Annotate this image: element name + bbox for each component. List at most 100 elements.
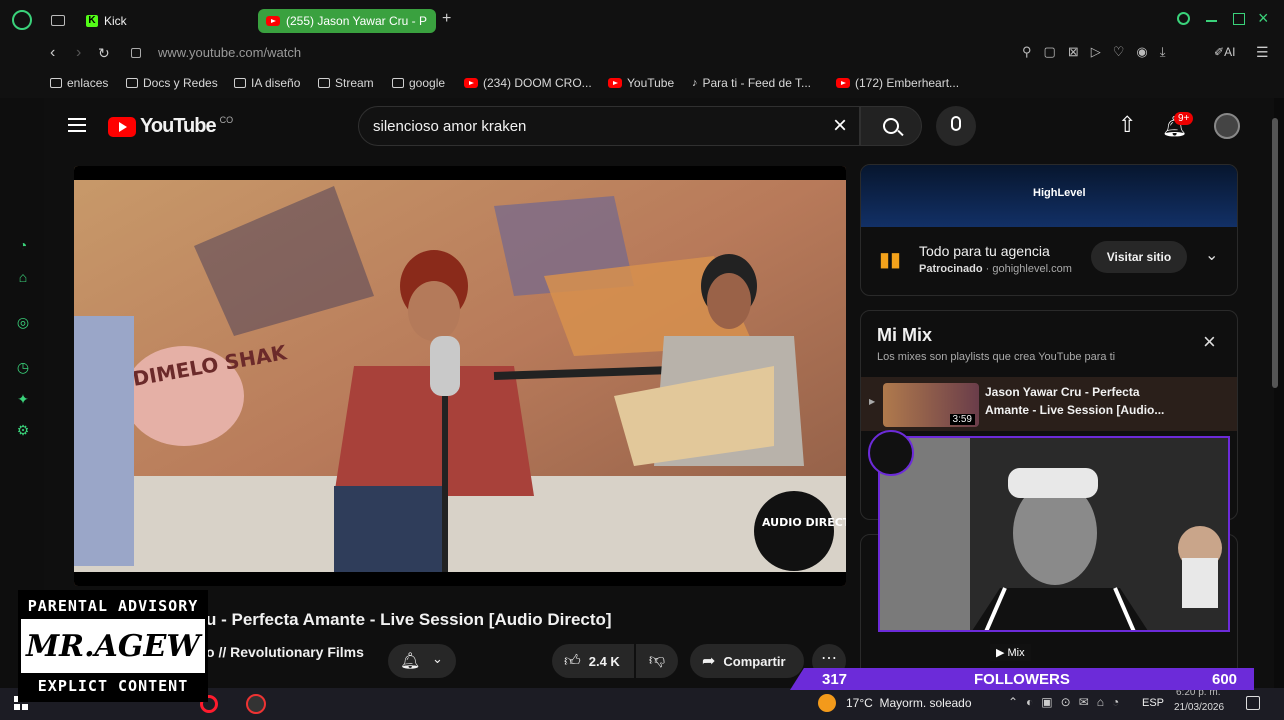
dislike-button[interactable]: 👎︎ xyxy=(636,644,678,678)
folder-icon xyxy=(234,78,246,88)
bookmark-doom[interactable]: (234) DOOM CRO... xyxy=(464,76,592,90)
bookmark-docs-y-redes[interactable]: Docs y Redes xyxy=(126,76,218,90)
account-avatar[interactable] xyxy=(1214,113,1240,139)
like-count: 2.4 K xyxy=(588,653,620,669)
menu-icon[interactable] xyxy=(68,118,86,132)
pin-icon[interactable]: ⚲ xyxy=(1022,44,1044,59)
new-tab-button[interactable]: + xyxy=(442,10,451,28)
advisory-bottom-label: EXPLICT CONTENT xyxy=(21,673,205,699)
forward-button[interactable]: › xyxy=(76,44,81,62)
bookmark-label: YouTube xyxy=(627,76,675,90)
bookmark-stream[interactable]: Stream xyxy=(318,76,374,90)
tab-kick[interactable]: K Kick xyxy=(78,9,248,33)
youtube-icon xyxy=(464,78,478,88)
lock-icon xyxy=(131,48,141,58)
channel-name[interactable]: o // Revolutionary Films xyxy=(206,644,364,660)
page-scrollbar[interactable] xyxy=(1272,118,1278,388)
weather-text[interactable]: 17°C Mayorm. soleado xyxy=(846,696,972,710)
download-icon[interactable]: ⤓ xyxy=(1160,44,1178,59)
system-tray-icons[interactable]: ⌃◐▣⊙✉⌂◔ xyxy=(1008,695,1127,709)
followers-label: FOLLOWERS xyxy=(974,671,1070,688)
subscribe-bell-button[interactable]: 🔔︎ ⌄ xyxy=(388,644,456,678)
like-button[interactable]: 👍︎ 2.4 K xyxy=(552,644,634,678)
address-toolbar-icons: ⚲▢⊠▷♡◉⤓ xyxy=(1022,44,1177,60)
bookmark-youtube[interactable]: YouTube xyxy=(608,76,674,90)
settings-icon[interactable]: ⚙ xyxy=(14,421,32,439)
mix-badge-label: Mix xyxy=(1007,647,1025,659)
bookmark-tiktok[interactable]: ♪ Para ti - Feed de T... xyxy=(692,76,811,90)
maximize-button[interactable] xyxy=(1233,13,1245,25)
close-window-button[interactable]: × xyxy=(1258,8,1269,29)
bookmark-emberheart[interactable]: (172) Emberheart... xyxy=(836,76,959,90)
bookmark-google[interactable]: google xyxy=(392,76,445,90)
clock-date[interactable]: 21/03/2026 xyxy=(1174,702,1224,713)
snapshot-icon[interactable]: ▢ xyxy=(1044,44,1068,59)
share-button[interactable]: ➦ Compartir xyxy=(690,644,804,678)
country-code: CO xyxy=(219,115,234,125)
clear-search-icon[interactable]: × xyxy=(833,112,847,140)
bookmark-ia-diseno[interactable]: IA diseño xyxy=(234,76,300,90)
folder-icon xyxy=(50,78,62,88)
chevron-down-icon[interactable]: ⌄ xyxy=(1205,245,1218,265)
back-button[interactable]: ‹ xyxy=(50,44,55,62)
bookmark-label: Stream xyxy=(335,76,374,90)
avatar-icon[interactable]: ◉ xyxy=(1136,44,1159,59)
extensions-icon[interactable]: ✦ xyxy=(14,390,32,408)
whatsapp-icon[interactable]: ◎ xyxy=(14,313,32,331)
folder-icon xyxy=(318,78,330,88)
tab-youtube-active[interactable]: (255) Jason Yawar Cru - P xyxy=(258,9,436,33)
aria-icon[interactable]: ◔ xyxy=(14,236,32,254)
ad-sponsored-label: Patrocinado · gohighlevel.com xyxy=(919,263,1072,275)
ai-label: AI xyxy=(1224,45,1236,59)
reload-button[interactable]: ↻ xyxy=(98,45,110,62)
crypto-wallet-icon[interactable]: ⌂ xyxy=(14,268,32,286)
video-player[interactable]: DIMELO SHAK AUDIO DIRECTO xyxy=(74,166,846,586)
shield-icon[interactable]: ⊠ xyxy=(1068,44,1091,59)
input-language[interactable]: ESP xyxy=(1142,697,1164,709)
bookmark-label: google xyxy=(409,76,446,90)
upload-icon[interactable]: ⇧ xyxy=(1118,112,1136,138)
stream-channel-badge xyxy=(868,430,914,476)
mix-badge[interactable]: ▶ Mix xyxy=(990,644,1031,661)
ad-banner[interactable]: HighLevel xyxy=(861,165,1237,227)
mix-item-title: Jason Yawar Cru - Perfecta Amante - Live… xyxy=(985,385,1165,417)
minimize-button[interactable] xyxy=(1206,20,1217,22)
mix-playlist-item[interactable]: ▶ 3:59 Jason Yawar Cru - Perfecta Amante… xyxy=(861,377,1237,431)
folder-icon xyxy=(392,78,404,88)
followers-current: 317 xyxy=(822,671,848,688)
notification-center-icon[interactable] xyxy=(1246,696,1260,710)
easy-setup-icon[interactable]: ☰ xyxy=(1256,44,1269,61)
visit-site-label: Visitar sitio xyxy=(1106,250,1172,264)
youtube-logo[interactable]: YouTube CO xyxy=(108,115,233,138)
tab-label: Kick xyxy=(104,14,127,28)
close-icon[interactable]: × xyxy=(1203,329,1216,355)
advisory-logo: MR.AGEW xyxy=(25,629,201,664)
tab-manager-icon[interactable] xyxy=(51,15,65,26)
bookmark-enlaces[interactable]: enlaces xyxy=(50,76,108,90)
search-button[interactable] xyxy=(860,106,922,146)
heart-icon[interactable]: ♡ xyxy=(1113,44,1137,59)
bookmark-label: (234) DOOM CRO... xyxy=(483,76,592,90)
send-icon[interactable]: ▷ xyxy=(1091,44,1113,59)
bookmark-label: Docs y Redes xyxy=(143,76,218,90)
bookmark-label: (172) Emberheart... xyxy=(855,76,960,90)
parental-advisory-overlay: PARENTAL ADVISORY MR.AGEW EXPLICT CONTEN… xyxy=(18,590,208,702)
search-icon xyxy=(883,118,899,134)
taskbar-app-icon[interactable] xyxy=(246,694,266,714)
opera-menu-icon[interactable] xyxy=(12,10,32,30)
voice-search-button[interactable] xyxy=(936,106,976,146)
thumbs-down-icon: 👎︎ xyxy=(648,652,666,669)
tiktok-icon: ♪ xyxy=(692,77,698,89)
webcam-overlay xyxy=(878,436,1230,632)
ai-button[interactable]: ✐AI xyxy=(1214,45,1235,59)
notifications-button[interactable]: 🔔︎ 9+ xyxy=(1162,112,1194,139)
history-icon[interactable]: ◷ xyxy=(14,358,32,376)
notification-count: 9+ xyxy=(1174,112,1194,125)
search-box: silencioso amor kraken × xyxy=(358,106,860,146)
highlevel-brand: HighLevel xyxy=(1033,187,1086,199)
visit-site-button[interactable]: Visitar sitio xyxy=(1091,241,1187,273)
search-tabs-icon[interactable] xyxy=(1177,12,1190,25)
search-input[interactable]: silencioso amor kraken xyxy=(373,118,526,135)
url-field[interactable]: www.youtube.com/watch xyxy=(158,45,301,60)
address-bar: ‹ › ↻ www.youtube.com/watch ⚲▢⊠▷♡◉⤓ ✐AI … xyxy=(0,40,1284,70)
